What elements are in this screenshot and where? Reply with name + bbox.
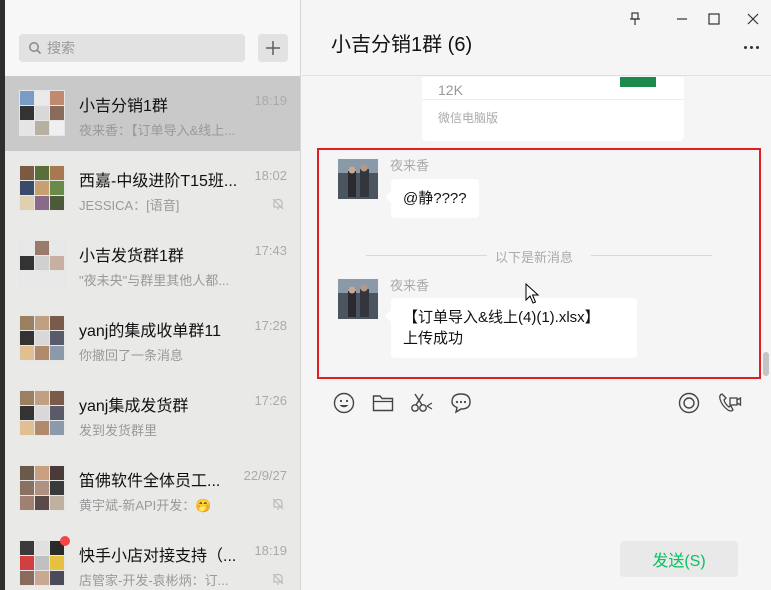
search-box[interactable] xyxy=(19,34,245,62)
video-call-button[interactable] xyxy=(717,390,743,416)
sender-name: 夜来香 xyxy=(390,278,430,293)
chat-time: 22/9/27 xyxy=(243,468,287,483)
video-call-icon xyxy=(719,393,742,412)
maximize-icon xyxy=(708,13,720,25)
file-card-divider xyxy=(422,99,684,100)
chat-name: 西嘉-中级进阶T15班... xyxy=(79,173,238,190)
mute-icon xyxy=(272,198,284,210)
screenshot-button[interactable] xyxy=(409,390,435,416)
file-button[interactable] xyxy=(370,390,396,416)
close-button[interactable] xyxy=(742,8,764,30)
pin-icon xyxy=(630,12,640,25)
chat-list-panel: 小吉分销1群 18:19 夜来香：【订单导入&线上... 西嘉-中级进阶T15班… xyxy=(5,0,301,590)
sender-avatar[interactable] xyxy=(338,159,378,199)
chat-window: 小吉分销1群 (6) 12K 微信电脑版 夜来香 @静???? 以下是新消息 夜… xyxy=(302,0,771,590)
live-icon xyxy=(678,392,700,414)
chat-time: 17:43 xyxy=(254,243,287,258)
chat-item[interactable]: 小吉发货群1群 17:43 "夜未央"与群里其他人都... xyxy=(5,226,300,301)
chat-name: yanj的集成收单群11 xyxy=(79,323,221,340)
chat-history-button[interactable] xyxy=(448,390,474,416)
chat-time: 17:26 xyxy=(254,393,287,408)
chat-preview: 你撤回了一条消息 xyxy=(79,348,184,363)
folder-icon xyxy=(372,395,394,412)
file-card[interactable]: 12K 微信电脑版 xyxy=(422,77,684,141)
chat-header: 小吉分销1群 (6) xyxy=(302,0,771,76)
message-bubble[interactable]: @静???? xyxy=(385,179,479,218)
live-button[interactable] xyxy=(676,390,702,416)
chat-time: 18:19 xyxy=(254,93,287,108)
close-icon xyxy=(747,13,759,25)
chat-item[interactable]: yanj的集成收单群11 17:28 你撤回了一条消息 xyxy=(5,301,300,376)
chat-item[interactable]: 小吉分销1群 18:19 夜来香：【订单导入&线上... xyxy=(5,76,300,151)
chat-preview: 黄宇斌-新API开发：🤭 xyxy=(79,498,212,513)
chat-preview: 夜来香：【订单导入&线上... xyxy=(79,123,236,138)
chat-item[interactable]: 快手小店对接支持（... 18:19 店管家-开发-袁彬炳：订... xyxy=(5,526,300,590)
send-button[interactable]: 发送(S) xyxy=(620,541,738,577)
chat-name: 小吉发货群1群 xyxy=(79,248,184,265)
group-avatar xyxy=(19,540,65,586)
search-input[interactable] xyxy=(47,34,237,62)
group-avatar xyxy=(19,90,65,136)
group-avatar xyxy=(19,465,65,511)
file-size: 12K xyxy=(438,82,463,98)
group-avatar xyxy=(19,165,65,211)
more-icon[interactable] xyxy=(739,40,763,54)
group-avatar xyxy=(19,390,65,436)
message-area: 12K 微信电脑版 夜来香 @静???? 以下是新消息 夜来香 【订单导入&线上… xyxy=(302,77,771,384)
search-row xyxy=(5,0,300,76)
chat-title: 小吉分销1群 (6) xyxy=(331,34,473,56)
new-messages-divider: 以下是新消息 xyxy=(495,250,574,265)
message-text: 上传成功 xyxy=(403,330,464,347)
mute-icon xyxy=(272,498,284,510)
chat-preview: "夜未央"与群里其他人都... xyxy=(79,273,230,288)
chat-time: 18:19 xyxy=(254,543,287,558)
emoji-icon xyxy=(333,392,355,414)
emoji-button[interactable] xyxy=(331,390,357,416)
scissors-icon xyxy=(411,393,433,412)
group-avatar xyxy=(19,315,65,361)
chat-preview: JESSICA：[语音] xyxy=(79,198,180,213)
group-avatar xyxy=(19,240,65,286)
message-text: 【订单导入&线上(4)(1).xlsx】 xyxy=(403,309,600,326)
message-text: @静???? xyxy=(403,190,467,207)
chat-preview: 发到发货群里 xyxy=(79,423,158,438)
add-chat-button[interactable] xyxy=(258,34,288,62)
chat-time: 17:28 xyxy=(254,318,287,333)
chat-bubble-icon xyxy=(451,393,471,414)
chat-item[interactable]: 笛佛软件全体员工... 22/9/27 黄宇斌-新API开发：🤭 xyxy=(5,451,300,526)
file-source: 微信电脑版 xyxy=(438,111,499,125)
chat-item[interactable]: yanj集成发货群 17:26 发到发货群里 xyxy=(5,376,300,451)
minimize-icon xyxy=(677,18,687,20)
input-toolbar xyxy=(302,390,771,420)
chat-preview: 店管家-开发-袁彬炳：订... xyxy=(79,573,229,588)
divider-line-right xyxy=(591,255,712,256)
divider-line-left xyxy=(366,255,487,256)
mute-icon xyxy=(272,573,284,585)
chat-time: 18:02 xyxy=(254,168,287,183)
search-icon xyxy=(29,42,42,55)
sender-name: 夜来香 xyxy=(390,158,430,173)
pin-button[interactable] xyxy=(624,8,646,30)
chat-name: 小吉分销1群 xyxy=(79,98,168,115)
message-bubble[interactable]: 【订单导入&线上(4)(1).xlsx】 上传成功 xyxy=(385,298,637,358)
maximize-button[interactable] xyxy=(703,8,725,30)
chat-name: 快手小店对接支持（... xyxy=(79,548,237,565)
plus-icon xyxy=(266,41,280,55)
chat-name: 笛佛软件全体员工... xyxy=(79,473,221,490)
chat-item[interactable]: 西嘉-中级进阶T15班... 18:02 JESSICA：[语音] xyxy=(5,151,300,226)
unread-dot xyxy=(60,536,70,546)
cursor-icon xyxy=(525,283,540,304)
highlight-box: 夜来香 @静???? 以下是新消息 夜来香 【订单导入&线上(4)(1).xls… xyxy=(317,148,761,379)
message-input[interactable] xyxy=(302,424,771,534)
sender-avatar[interactable] xyxy=(338,279,378,319)
chat-name: yanj集成发货群 xyxy=(79,398,189,415)
scrollbar[interactable] xyxy=(763,352,769,376)
minimize-button[interactable] xyxy=(671,8,693,30)
excel-file-icon xyxy=(620,77,656,87)
